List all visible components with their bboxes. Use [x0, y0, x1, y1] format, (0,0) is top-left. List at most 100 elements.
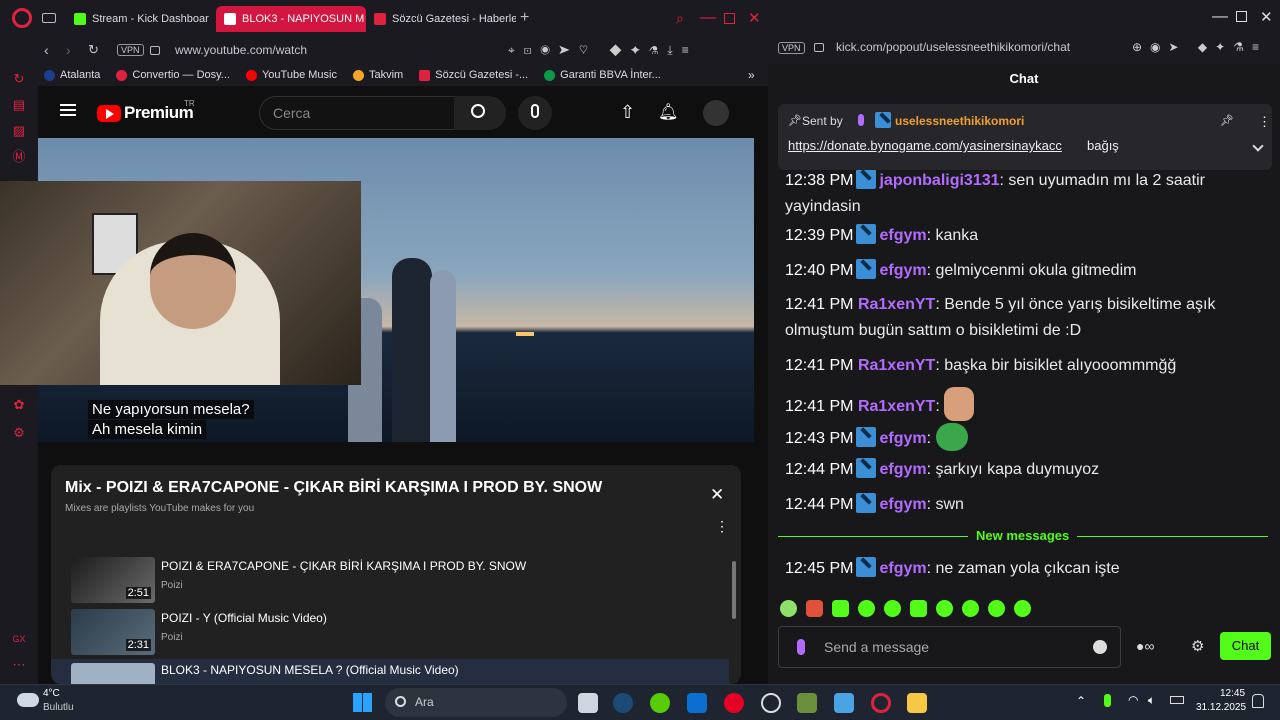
playlist-item-current[interactable]: BLOK3 - NAPIYOSUN MESELA ? (Official Mus…	[51, 659, 729, 684]
weather-cloud-icon[interactable]	[17, 693, 39, 707]
back-icon[interactable]: ‹	[44, 42, 49, 58]
minecraft-icon[interactable]	[797, 693, 817, 713]
pinned-link[interactable]: https://donate.bynogame.com/yasinersinay…	[788, 138, 1062, 153]
emote-icon[interactable]	[858, 600, 875, 617]
playlist-scrollbar[interactable]	[732, 561, 736, 619]
search-input[interactable]: Cerca	[259, 96, 455, 130]
vpn-badge[interactable]: VPN	[778, 42, 805, 54]
steam-icon[interactable]	[613, 693, 633, 713]
start-icon[interactable]	[353, 693, 372, 712]
pinned-user[interactable]: uselessneethikikomori	[895, 114, 1024, 128]
new-tab-button[interactable]: +	[520, 9, 529, 27]
tab-youtube-active[interactable]: BLOK3 - NAPIYOSUN M	[216, 6, 366, 32]
minimize-button[interactable]: —	[1212, 8, 1228, 26]
sidebar-aria-icon[interactable]: ↻	[12, 72, 26, 86]
emote-icon[interactable]	[806, 600, 823, 617]
duolingo-icon[interactable]	[650, 693, 670, 713]
notepad-icon[interactable]	[834, 693, 854, 713]
emote-icon[interactable]	[988, 600, 1005, 617]
clock-date[interactable]: 31.12.2025	[1196, 702, 1246, 713]
emote-icon[interactable]	[780, 600, 797, 617]
opera-gx-icon[interactable]	[761, 693, 781, 713]
bookmark-youtube-music[interactable]: YouTube Music	[245, 69, 337, 81]
new-messages-label[interactable]: New messages	[968, 528, 1078, 543]
forward-icon[interactable]: ›	[66, 42, 71, 58]
emote-icon[interactable]	[962, 600, 979, 617]
url-text[interactable]: kick.com/popout/uselessneethikikomori/ch…	[836, 40, 1070, 54]
bookmark-sozcu[interactable]: Sözcü Gazetesi -...	[419, 69, 528, 81]
emote-icon[interactable]	[1014, 600, 1031, 617]
tab-kick-dashboard[interactable]: Stream - Kick Dashboar	[66, 6, 216, 32]
close-window-button[interactable]: ✕	[748, 9, 761, 27]
youtube-logo-text: Premium	[124, 103, 194, 122]
emote-icon[interactable]	[936, 600, 953, 617]
pinned-more-icon[interactable]: ⋮	[1258, 114, 1271, 130]
search-icon	[395, 696, 406, 707]
emote-icon[interactable]	[910, 600, 927, 617]
wifi-icon[interactable]: ◠	[1128, 693, 1138, 707]
vpn-badge[interactable]: VPN	[117, 44, 144, 56]
clock-time[interactable]: 12:45	[1220, 688, 1245, 699]
settings-icon[interactable]: ⚙	[1191, 637, 1204, 655]
battery-icon[interactable]	[1170, 696, 1184, 704]
pin-icon: 📌︎	[788, 115, 802, 127]
emoji-picker-icon[interactable]	[1093, 640, 1107, 654]
reload-icon[interactable]: ↻	[88, 42, 99, 58]
pinterest-icon[interactable]	[724, 693, 744, 713]
upload-icon[interactable]: ⇧	[620, 102, 635, 123]
playlist-more-icon[interactable]: ⋮	[715, 519, 729, 533]
sidebar-twitch-icon[interactable]: ▤	[12, 98, 26, 112]
close-window-button[interactable]: ✕	[1260, 8, 1273, 26]
bookmarks-bar: Atalanta Convertio — Dosy... YouTube Mus…	[0, 64, 768, 86]
volume-icon[interactable]: 🔈︎	[1148, 693, 1155, 708]
playlist-title[interactable]: Mix - POIZI & ERA7CAPONE - ÇIKAR BİRİ KA…	[65, 479, 602, 497]
search-tabs-icon[interactable]: ⌕	[676, 10, 684, 27]
task-view-icon[interactable]	[578, 693, 598, 713]
bookmark-garanti[interactable]: Garanti BBVA İnter...	[544, 69, 661, 81]
notifications-icon[interactable]	[1252, 694, 1264, 708]
bookmark-convertio[interactable]: Convertio — Dosy...	[116, 69, 230, 81]
sidebar-discord-icon[interactable]: ▨	[12, 124, 26, 138]
points-icon[interactable]: ●∞	[1136, 638, 1154, 654]
opera-active-icon[interactable]	[871, 693, 891, 713]
tray-chevron-icon[interactable]: ⌃	[1076, 694, 1086, 708]
sidebar-extensions-icon[interactable]: ✿	[12, 398, 26, 412]
taskbar-search[interactable]: Ara	[385, 688, 567, 717]
extensions-toolbar: ⊕◉➤ ◆✦⚗≡	[1132, 40, 1267, 54]
chevron-down-icon[interactable]	[1252, 140, 1264, 152]
weather-desc: Bulutlu	[43, 702, 74, 713]
url-text[interactable]: www.youtube.com/watch	[175, 43, 307, 57]
playlist-item[interactable]: 2:51 POIZI & ERA7CAPONE - ÇIKAR BİRİ KAR…	[51, 553, 729, 607]
send-chat-button[interactable]: Chat	[1220, 632, 1271, 660]
tab-manager-icon[interactable]	[42, 13, 56, 23]
sidebar-gx-icon[interactable]: GX	[12, 632, 26, 646]
emote-icon[interactable]	[832, 600, 849, 617]
more-bookmarks-icon[interactable]: »	[748, 68, 755, 82]
opera-logo-icon[interactable]	[12, 8, 32, 28]
sidebar-settings-icon[interactable]: ⚙	[12, 426, 26, 440]
sidebar-more-icon[interactable]: ⋯	[12, 658, 26, 672]
search-button[interactable]	[454, 96, 506, 130]
sidebar-player-icon[interactable]: Ⓜ	[12, 150, 26, 164]
notifications-icon[interactable]: 🔔︎	[658, 102, 678, 122]
microphone-tray-icon[interactable]	[1104, 694, 1111, 707]
minimize-button[interactable]: —	[700, 9, 716, 27]
maximize-button[interactable]	[1236, 11, 1247, 22]
tab-sozcu[interactable]: Sözcü Gazetesi - Haberler	[366, 6, 516, 32]
emote-icon[interactable]	[884, 600, 901, 617]
moderator-badge-icon	[856, 169, 877, 189]
chat-message: 12:45 PM efgym: ne zaman yola çıkcan işte	[785, 556, 1265, 582]
avatar[interactable]	[703, 100, 729, 126]
bookmark-takvim[interactable]: Takvim	[353, 69, 403, 81]
chat-input[interactable]: Send a message	[778, 626, 1121, 668]
file-explorer-icon[interactable]	[907, 693, 927, 713]
voice-search-button[interactable]	[518, 96, 552, 130]
mail-icon[interactable]	[687, 693, 707, 713]
bookmark-atalanta[interactable]: Atalanta	[44, 69, 100, 81]
playlist-item[interactable]: 2:31 POIZI - Y (Official Music Video) Po…	[51, 605, 729, 659]
right-top-bar: — ✕ VPN kick.com/popout/uselessneethikik…	[768, 0, 1280, 64]
maximize-button[interactable]	[724, 12, 735, 24]
close-playlist-icon[interactable]: ✕	[710, 485, 724, 505]
unpin-icon[interactable]: 📌︎	[1220, 114, 1234, 127]
chat-message: 12:44 PM efgym: swn	[785, 492, 1265, 518]
